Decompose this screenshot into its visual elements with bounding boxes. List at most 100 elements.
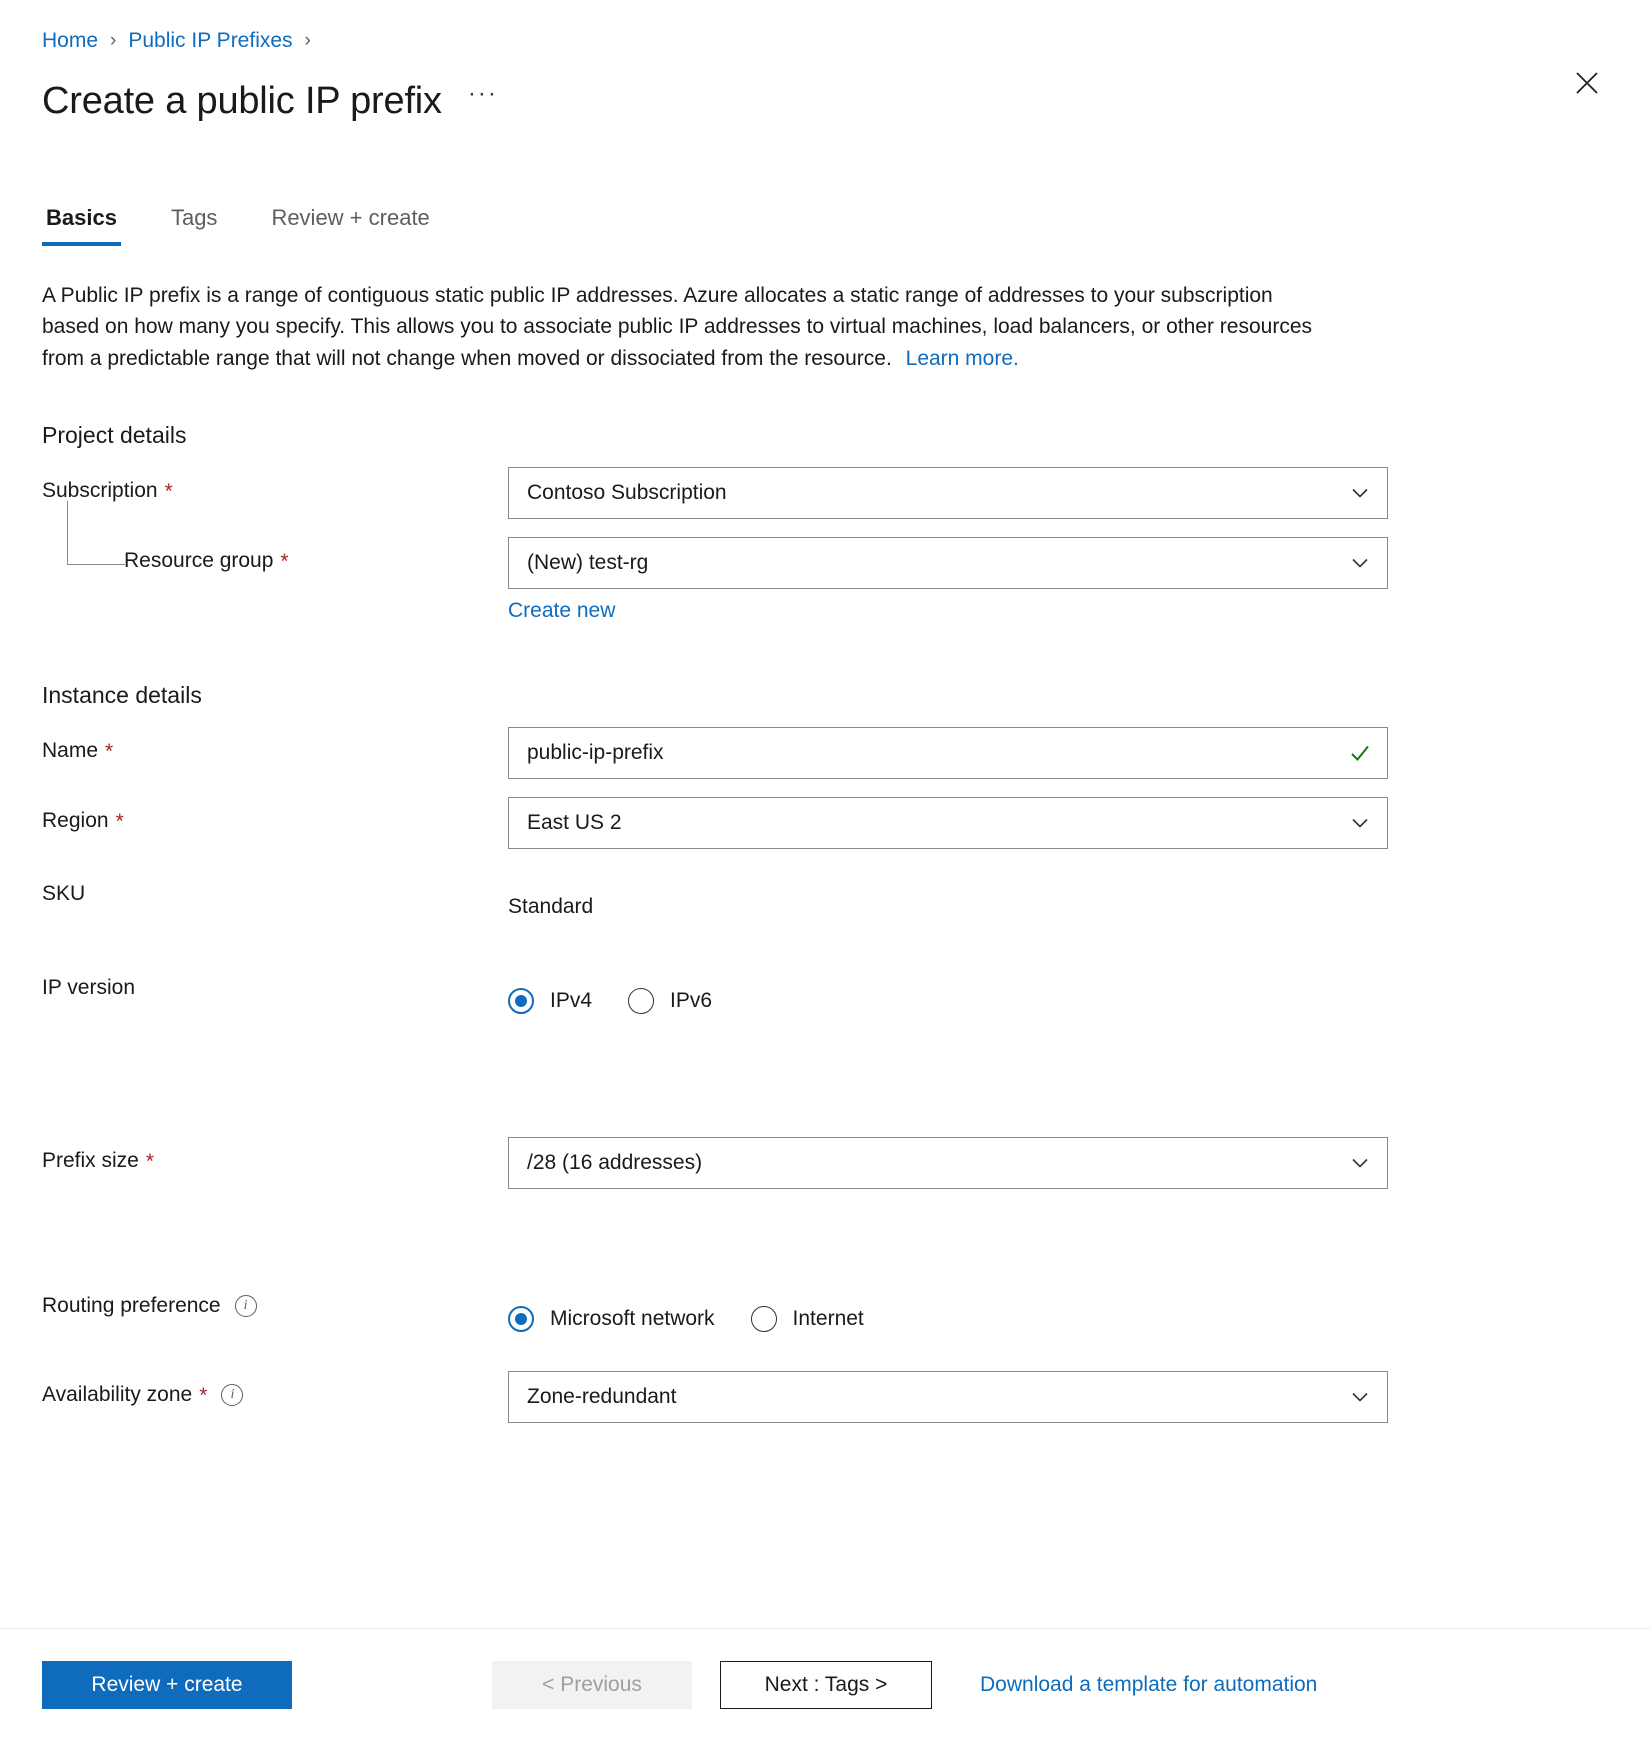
tab-tags[interactable]: Tags (167, 204, 221, 246)
tab-bar: Basics Tags Review + create (0, 196, 1650, 246)
radio-ip-version-ipv4[interactable]: IPv4 (508, 988, 592, 1014)
radio-dot-icon (751, 1306, 777, 1332)
label-ip-version-text: IP version (42, 975, 135, 1001)
radio-routing-internet[interactable]: Internet (751, 1306, 864, 1332)
region-dropdown[interactable]: East US 2 (508, 797, 1388, 849)
availability-zone-dropdown[interactable]: Zone-redundant (508, 1371, 1388, 1423)
subscription-dropdown[interactable]: Contoso Subscription (508, 467, 1388, 519)
intro-text-block: A Public IP prefix is a range of contigu… (42, 280, 1332, 374)
region-value: East US 2 (527, 811, 1347, 835)
field-ip-version: IPv4 IPv6 (508, 975, 1388, 1027)
subscription-value: Contoso Subscription (527, 481, 1347, 505)
label-region-text: Region (42, 808, 109, 834)
radio-dot-icon (628, 988, 654, 1014)
row-resource-group: Resource group * (New) test-rg Create ne… (42, 537, 1608, 624)
field-region: East US 2 (508, 797, 1388, 849)
info-icon[interactable]: i (235, 1295, 257, 1317)
spacer (42, 1189, 1608, 1259)
label-availability-zone: Availability zone * i (42, 1371, 508, 1408)
download-template-link[interactable]: Download a template for automation (980, 1673, 1317, 1697)
required-asterisk: * (116, 811, 124, 832)
row-subscription: Subscription * Contoso Subscription (42, 467, 1608, 519)
label-subscription: Subscription * (42, 467, 508, 504)
label-subscription-text: Subscription (42, 478, 158, 504)
field-routing-preference: Microsoft network Internet (508, 1293, 1388, 1345)
review-create-button[interactable]: Review + create (42, 1661, 292, 1709)
learn-more-link[interactable]: Learn more. (906, 343, 1019, 374)
spacer (42, 1027, 1608, 1119)
row-sku: SKU Standard (42, 881, 1608, 933)
radio-label-ipv4: IPv4 (550, 989, 592, 1013)
tab-basics[interactable]: Basics (42, 204, 121, 246)
radio-label-internet: Internet (793, 1307, 864, 1331)
required-asterisk: * (280, 551, 288, 572)
availability-zone-value: Zone-redundant (527, 1385, 1347, 1409)
checkmark-icon (1347, 740, 1373, 766)
previous-button[interactable]: < Previous (492, 1661, 692, 1709)
prefix-size-value: /28 (16 addresses) (527, 1151, 1347, 1175)
field-availability-zone: Zone-redundant (508, 1371, 1388, 1423)
label-name-text: Name (42, 738, 98, 764)
breadcrumb-item-home[interactable]: Home (42, 28, 98, 54)
required-asterisk: * (199, 1385, 207, 1406)
ip-version-radio-group: IPv4 IPv6 (508, 975, 1388, 1027)
radio-dot-icon (508, 1306, 534, 1332)
row-region: Region * East US 2 (42, 797, 1608, 849)
label-sku: SKU (42, 881, 508, 907)
label-name: Name * (42, 727, 508, 764)
radio-label-microsoft-network: Microsoft network (550, 1307, 715, 1331)
row-ip-version: IP version IPv4 IPv6 (42, 975, 1608, 1027)
name-input[interactable]: public-ip-prefix (508, 727, 1388, 779)
breadcrumb: Home › Public IP Prefixes › (42, 26, 1622, 56)
row-routing-preference: Routing preference i Microsoft network I… (42, 1293, 1608, 1345)
label-region: Region * (42, 797, 508, 834)
radio-dot-icon (508, 988, 534, 1014)
blade-body: A Public IP prefix is a range of contigu… (0, 280, 1650, 1423)
page-title: Create a public IP prefix (42, 78, 442, 124)
label-resource-group: Resource group * (42, 537, 508, 574)
tab-review-create[interactable]: Review + create (267, 204, 433, 246)
radio-ip-version-ipv6[interactable]: IPv6 (628, 988, 712, 1014)
close-icon (1572, 68, 1602, 98)
section-heading-project-details: Project details (42, 422, 1608, 449)
action-bar: Review + create < Previous Next : Tags >… (0, 1628, 1650, 1740)
field-resource-group: (New) test-rg Create new (508, 537, 1388, 624)
info-icon[interactable]: i (221, 1384, 243, 1406)
field-subscription: Contoso Subscription (508, 467, 1388, 519)
field-name: public-ip-prefix (508, 727, 1388, 779)
routing-preference-radio-group: Microsoft network Internet (508, 1293, 1388, 1345)
row-name: Name * public-ip-prefix (42, 727, 1608, 779)
more-options-icon[interactable]: ··· (468, 84, 498, 118)
field-prefix-size: /28 (16 addresses) (508, 1137, 1388, 1189)
prefix-size-dropdown[interactable]: /28 (16 addresses) (508, 1137, 1388, 1189)
row-prefix-size: Prefix size * /28 (16 addresses) (42, 1137, 1608, 1189)
label-ip-version: IP version (42, 975, 508, 1001)
required-asterisk: * (146, 1151, 154, 1172)
label-resource-group-text: Resource group (124, 548, 273, 574)
chevron-down-icon (1347, 1150, 1373, 1176)
label-availability-zone-text: Availability zone (42, 1382, 192, 1408)
breadcrumb-item-public-ip-prefixes[interactable]: Public IP Prefixes (128, 28, 292, 54)
intro-description: A Public IP prefix is a range of contigu… (42, 284, 1312, 370)
resource-group-value: (New) test-rg (527, 551, 1347, 575)
breadcrumb-separator-icon-2: › (305, 28, 311, 54)
required-asterisk: * (105, 741, 113, 762)
close-button[interactable] (1568, 64, 1606, 102)
chevron-down-icon (1347, 1384, 1373, 1410)
label-sku-text: SKU (42, 881, 85, 907)
resource-group-dropdown[interactable]: (New) test-rg (508, 537, 1388, 589)
blade-header: Home › Public IP Prefixes › Create a pub… (0, 0, 1650, 124)
chevron-down-icon (1347, 810, 1373, 836)
chevron-down-icon (1347, 550, 1373, 576)
field-sku: Standard (508, 881, 1388, 933)
label-routing-preference-text: Routing preference (42, 1293, 221, 1319)
radio-routing-microsoft-network[interactable]: Microsoft network (508, 1306, 715, 1332)
label-prefix-size: Prefix size * (42, 1137, 508, 1174)
label-routing-preference: Routing preference i (42, 1293, 508, 1319)
create-new-resource-group-link[interactable]: Create new (508, 598, 615, 624)
next-tags-button[interactable]: Next : Tags > (720, 1661, 932, 1709)
name-value: public-ip-prefix (527, 741, 1347, 765)
sku-value: Standard (508, 881, 1388, 933)
breadcrumb-separator-icon: › (110, 28, 116, 54)
radio-label-ipv6: IPv6 (670, 989, 712, 1013)
